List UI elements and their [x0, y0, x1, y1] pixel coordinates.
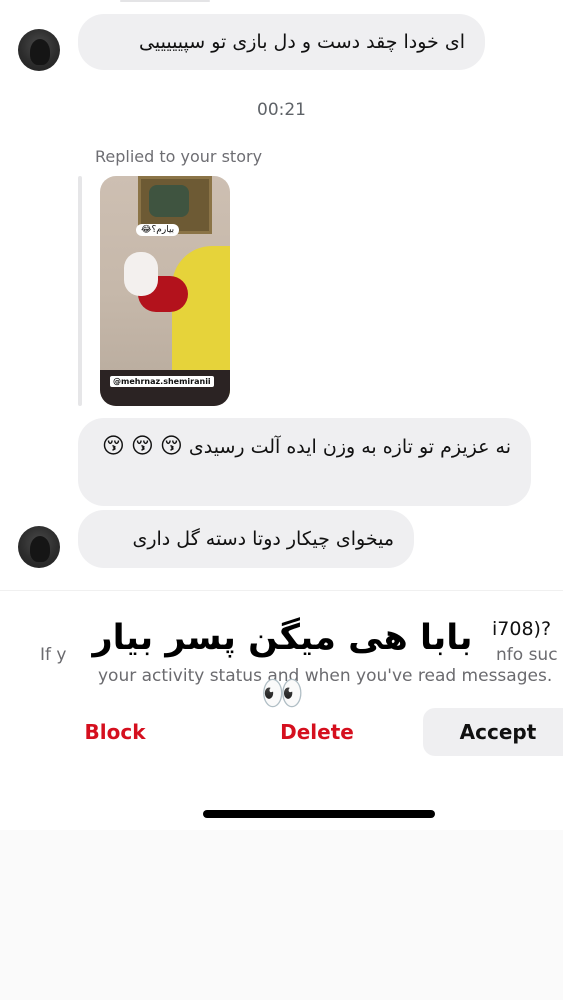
home-indicator[interactable]: [203, 810, 435, 818]
overlay-caption: بابا هی میگن پسر بیار 👀: [75, 610, 490, 714]
message-text: ای خودا چقد دست و دل بازی تو سپیییییی: [139, 31, 465, 53]
baby-figure: [124, 252, 158, 296]
timestamp: 00:21: [257, 100, 306, 120]
kissing-face-icon: 😚: [130, 434, 154, 459]
kissing-face-icon: 😚: [159, 434, 183, 459]
accept-button[interactable]: Accept: [423, 708, 563, 756]
sender-avatar[interactable]: [18, 29, 60, 71]
story-thumbnail[interactable]: بیارم؟😂 @mehrnaz.shemiranii: [100, 176, 230, 406]
reply-quote-bar: [78, 176, 82, 406]
story-sticker: بیارم؟😂: [136, 224, 180, 236]
previous-message-edge: [120, 0, 210, 2]
overlay-caption-text: بابا هی میگن پسر بیار: [92, 618, 473, 658]
request-info-activity: your activity status and when you've rea…: [98, 666, 553, 686]
sender-avatar[interactable]: [18, 526, 60, 568]
story-mention-tag: @mehrnaz.shemiranii: [110, 376, 214, 387]
request-info-fragment-right: nfo suc: [496, 645, 558, 665]
message-text: میخوای چیکار دوتا دسته گل داری: [132, 528, 394, 550]
sheet-divider: [0, 590, 563, 591]
replied-to-story-label: Replied to your story: [95, 147, 263, 166]
message-text: نه عزیزم تو تازه به وزن ایده آلت رسیدی: [188, 436, 511, 458]
message-bubble[interactable]: ای خودا چقد دست و دل بازی تو سپیییییی: [78, 14, 485, 70]
request-info-fragment-left: If y: [40, 645, 67, 665]
message-bubble[interactable]: میخوای چیکار دوتا دسته گل داری: [78, 510, 414, 568]
delete-button[interactable]: Delete: [262, 708, 372, 756]
kissing-face-icon: 😚: [101, 434, 125, 459]
block-button[interactable]: Block: [60, 708, 170, 756]
request-title-fragment: i708)?: [492, 618, 552, 640]
message-bubble[interactable]: نه عزیزم تو تازه به وزن ایده آلت رسیدی 😚…: [78, 418, 531, 506]
